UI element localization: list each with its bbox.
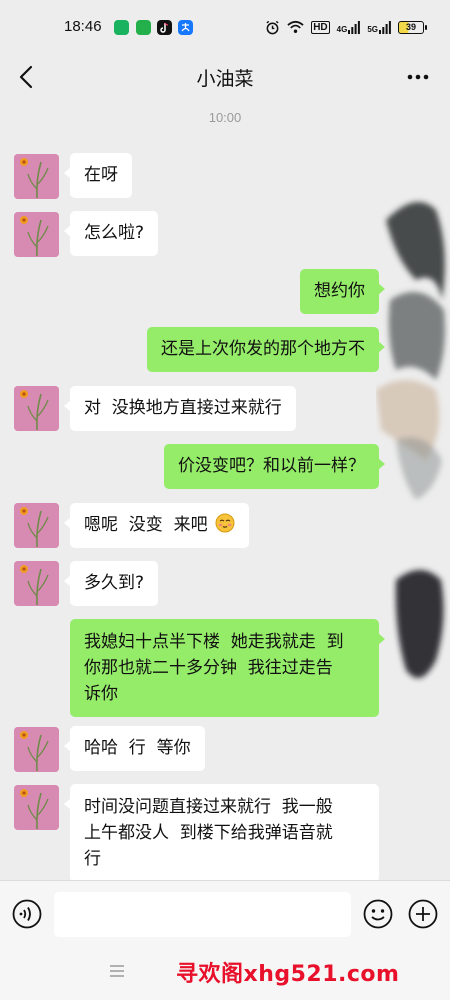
message-text: 想约你 xyxy=(314,281,365,301)
message-text: 怎么啦? xyxy=(84,223,145,243)
signal-5g: 5G xyxy=(367,20,391,34)
input-bar xyxy=(0,880,450,948)
ink-smudge-bottom xyxy=(395,570,444,678)
battery-icon: 39 xyxy=(398,20,427,34)
message-bubble-outgoing[interactable]: 我媳妇十点半下楼 她走我就走 到 你那也就二十多分钟 我往过走告 诉你 xyxy=(70,619,385,717)
message-text: 哈哈 行 等你 xyxy=(84,738,191,758)
message-text: 在呀 xyxy=(84,165,118,185)
more-dots-icon[interactable] xyxy=(406,66,430,88)
signal-icon-2 xyxy=(379,20,391,34)
status-bar: 18:46 HD 4G 5G 39 xyxy=(0,0,450,52)
message-input[interactable] xyxy=(54,892,351,937)
message-text: 嗯呢 没变 来吧 xyxy=(84,515,208,535)
blushing-face-icon xyxy=(215,513,235,533)
message-bubble-outgoing[interactable]: 还是上次你发的那个地方不 xyxy=(147,327,385,372)
status-icons: HD 4G 5G 39 xyxy=(265,18,427,36)
tiktok-icon xyxy=(157,20,172,35)
message-bubble-outgoing[interactable]: 想约你 xyxy=(300,269,385,314)
alarm-icon xyxy=(266,20,279,34)
watermark: 寻欢阁xhg521.com xyxy=(176,962,400,987)
contact-avatar[interactable] xyxy=(14,785,59,830)
message-line: 上午都没人 到楼下给我弹语音就 xyxy=(84,823,333,843)
message-text: 多久到? xyxy=(84,573,145,593)
message-text: 对 没换地方直接过来就行 xyxy=(84,398,282,418)
wifi-icon xyxy=(287,20,304,33)
contact-avatar[interactable] xyxy=(14,727,59,772)
message-bubble-incoming[interactable]: 嗯呢 没变 来吧 xyxy=(63,503,250,548)
signal-4g: 4G xyxy=(337,20,361,34)
message-bubble-incoming[interactable]: 哈哈 行 等你 xyxy=(64,726,205,771)
hd-label: HD xyxy=(311,20,330,34)
message-line: 时间没问题直接过来就行 我一般 xyxy=(84,797,333,817)
plus-icon[interactable] xyxy=(408,899,438,929)
voice-icon[interactable] xyxy=(12,899,42,929)
alipay-icon xyxy=(178,20,193,35)
status-time: 18:46 xyxy=(64,18,102,35)
message-text: 价没变吧？和以前一样？ xyxy=(178,456,365,476)
ink-smudge-top xyxy=(376,202,445,500)
chat-timestamp: 10:00 xyxy=(208,110,242,125)
message-bubble-incoming[interactable]: 怎么啦? xyxy=(63,211,159,256)
contact-avatar[interactable] xyxy=(14,154,59,199)
emoji-icon[interactable] xyxy=(363,899,393,929)
contact-avatar[interactable] xyxy=(14,212,59,257)
app-icon-2 xyxy=(136,20,151,35)
contact-avatar[interactable] xyxy=(14,561,59,606)
chat-header: 小油菜 xyxy=(0,52,450,102)
message-bubble-incoming[interactable]: 对 没换地方直接过来就行 xyxy=(64,386,296,431)
message-bubble-incoming[interactable]: 在呀 xyxy=(64,153,132,198)
message-line: 我媳妇十点半下楼 她走我就走 到 xyxy=(84,632,344,652)
nav-bar: 寻欢阁xhg521.com xyxy=(0,948,450,1000)
message-line: 你那也就二十多分钟 我往过走告 xyxy=(84,658,333,678)
message-bubble-incoming[interactable]: 时间没问题直接过来就行 我一般 上午都没人 到楼下给我弹语音就 行 xyxy=(64,784,379,882)
chat-title: 小油菜 xyxy=(196,68,254,90)
signal-icon xyxy=(348,20,361,34)
message-text: 还是上次你发的那个地方不 xyxy=(161,339,365,359)
message-line: 行 xyxy=(84,849,101,869)
contact-avatar[interactable] xyxy=(14,386,59,431)
app-icon-1 xyxy=(114,20,129,35)
message-bubble-outgoing[interactable]: 价没变吧？和以前一样？ xyxy=(164,444,385,489)
battery-level: 39 xyxy=(405,21,416,32)
message-bubble-incoming[interactable]: 多久到? xyxy=(63,561,159,606)
menu-icon[interactable] xyxy=(108,962,126,980)
contact-avatar[interactable] xyxy=(14,503,59,548)
message-line: 诉你 xyxy=(84,684,118,704)
